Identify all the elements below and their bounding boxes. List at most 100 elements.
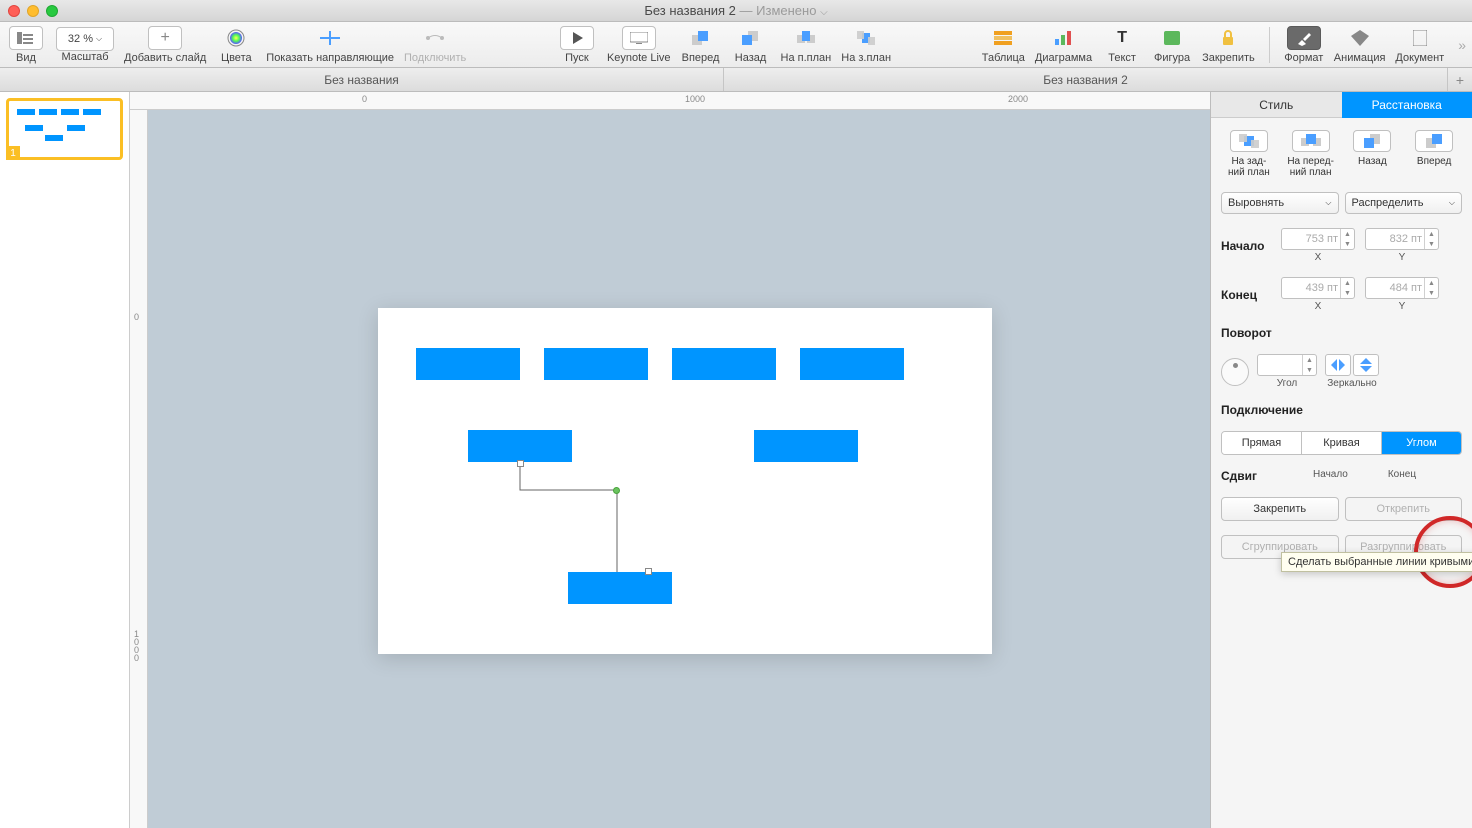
connection-angled-button[interactable]: Углом: [1382, 432, 1461, 454]
unlock-object-button[interactable]: Открепить: [1345, 497, 1463, 521]
brush-icon: [1287, 26, 1321, 50]
vertical-ruler: 0 1 0 0 0: [130, 110, 148, 828]
title-chevron-icon[interactable]: ⌵: [820, 7, 828, 18]
inspector-tabs: Стиль Расстановка: [1211, 92, 1472, 118]
flip-vertical-button[interactable]: [1353, 354, 1379, 376]
connection-label: Подключение: [1221, 403, 1462, 417]
bring-to-front-button[interactable]: На перед- ний план: [1283, 130, 1339, 178]
flip-horizontal-button[interactable]: [1325, 354, 1351, 376]
tab-arrange[interactable]: Расстановка: [1342, 92, 1472, 118]
colors-button[interactable]: Цвета: [216, 26, 256, 64]
send-to-back-button[interactable]: На зад- ний план: [1221, 130, 1277, 178]
send-backward-button[interactable]: Назад: [731, 26, 771, 64]
shape-rect[interactable]: [544, 348, 648, 380]
play-icon: [560, 26, 594, 50]
layer-back-icon: [1230, 130, 1268, 152]
chart-button[interactable]: Диаграмма: [1035, 26, 1092, 64]
tab-untitled-2[interactable]: Без названия 2: [724, 68, 1448, 91]
bring-forward-button[interactable]: Вперед: [1406, 130, 1462, 178]
slide-canvas[interactable]: [148, 110, 1210, 828]
connector-line[interactable]: [517, 462, 627, 574]
chevron-down-icon: ⌵: [1449, 198, 1455, 208]
main-toolbar: Вид 32 %⌵ Масштаб + Добавить слайд Цвета…: [0, 22, 1472, 68]
chart-icon: [1046, 26, 1080, 50]
bring-to-front-button[interactable]: На п.план: [781, 26, 832, 64]
shape-button[interactable]: Фигура: [1152, 26, 1192, 64]
lock-button[interactable]: Закрепить: [1202, 26, 1255, 64]
layer-back-icon: [849, 26, 883, 50]
lock-icon: [1211, 26, 1245, 50]
layer-backward-icon: [1353, 130, 1391, 152]
text-button[interactable]: T Текст: [1102, 26, 1142, 64]
document-tabs: Без названия Без названия 2 +: [0, 68, 1472, 92]
horizontal-ruler: 0 1000 2000: [130, 92, 1210, 110]
shape-rect[interactable]: [800, 348, 904, 380]
tab-style[interactable]: Стиль: [1211, 92, 1342, 118]
connect-button[interactable]: Подключить: [404, 26, 466, 64]
chevron-down-icon: ⌵: [96, 34, 102, 44]
end-y-input[interactable]: 484 пт▲▼: [1365, 277, 1439, 299]
connection-curve-button[interactable]: Кривая: [1302, 432, 1382, 454]
connection-type-segment: Прямая Кривая Углом: [1221, 431, 1462, 455]
connector-handle-start[interactable]: [517, 460, 524, 467]
slide-stage: [378, 308, 992, 654]
end-x-input[interactable]: 439 пт▲▼: [1281, 277, 1355, 299]
zoom-value: 32 %: [68, 33, 93, 45]
format-inspector: Стиль Расстановка На зад- ний план На пе…: [1210, 92, 1472, 828]
new-tab-button[interactable]: +: [1448, 68, 1472, 91]
tab-untitled-1[interactable]: Без названия: [0, 68, 724, 91]
plus-icon: +: [148, 26, 182, 50]
window-titlebar: Без названия 2 — Изменено ⌵: [0, 0, 1472, 22]
chevron-down-icon: ⌵: [1325, 198, 1331, 208]
shape-rect[interactable]: [568, 572, 672, 604]
connector-handle-mid[interactable]: [613, 487, 620, 494]
screen-icon: [622, 26, 656, 50]
keynote-live-button[interactable]: Keynote Live: [607, 26, 671, 64]
animation-button[interactable]: Анимация: [1334, 26, 1386, 64]
document-name: Без названия 2: [644, 3, 736, 18]
shape-rect[interactable]: [754, 430, 858, 462]
zoom-button[interactable]: 32 %⌵ Масштаб: [56, 27, 114, 63]
layer-forward-icon: [684, 26, 718, 50]
table-button[interactable]: Таблица: [982, 26, 1025, 64]
modified-status: — Изменено: [740, 3, 817, 18]
start-y-input[interactable]: 832 пт▲▼: [1365, 228, 1439, 250]
lock-object-button[interactable]: Закрепить: [1221, 497, 1339, 521]
connector-handle-end[interactable]: [645, 568, 652, 575]
canvas-area: 0 1000 2000 0 1 0 0 0: [130, 92, 1210, 828]
slide-navigator[interactable]: [0, 92, 130, 828]
window-title: Без названия 2 — Изменено ⌵: [0, 3, 1472, 18]
view-icon: [9, 26, 43, 50]
start-x-input[interactable]: 753 пт▲▼: [1281, 228, 1355, 250]
document-icon: [1403, 26, 1437, 50]
toolbar-separator: [1269, 27, 1270, 63]
layer-backward-icon: [734, 26, 768, 50]
guides-icon: [313, 26, 347, 50]
rotation-label: Поворот: [1221, 326, 1462, 340]
bring-forward-button[interactable]: Вперед: [681, 26, 721, 64]
format-button[interactable]: Формат: [1284, 26, 1324, 64]
shape-rect[interactable]: [416, 348, 520, 380]
send-to-back-button[interactable]: На з.план: [841, 26, 891, 64]
layer-front-icon: [1292, 130, 1330, 152]
distribute-dropdown[interactable]: Распределить⌵: [1345, 192, 1463, 214]
angle-input[interactable]: ▲▼: [1257, 354, 1317, 376]
view-button[interactable]: Вид: [6, 26, 46, 64]
connection-straight-button[interactable]: Прямая: [1222, 432, 1302, 454]
main-area: 0 1000 2000 0 1 0 0 0: [0, 92, 1472, 828]
send-backward-button[interactable]: Назад: [1345, 130, 1401, 178]
align-dropdown[interactable]: Выровнять⌵: [1221, 192, 1339, 214]
rotation-dial[interactable]: [1221, 358, 1249, 386]
add-slide-button[interactable]: + Добавить слайд: [124, 26, 206, 64]
offset-label: Сдвиг: [1221, 469, 1257, 483]
start-label: Начало: [1221, 239, 1271, 253]
shape-rect[interactable]: [468, 430, 572, 462]
table-icon: [986, 26, 1020, 50]
shape-rect[interactable]: [672, 348, 776, 380]
slide-thumbnail-1[interactable]: [6, 98, 123, 160]
toolbar-overflow-icon[interactable]: »: [1458, 37, 1466, 53]
layer-front-icon: [789, 26, 823, 50]
play-button[interactable]: Пуск: [557, 26, 597, 64]
document-button[interactable]: Документ: [1395, 26, 1444, 64]
guides-button[interactable]: Показать направляющие: [266, 26, 394, 64]
